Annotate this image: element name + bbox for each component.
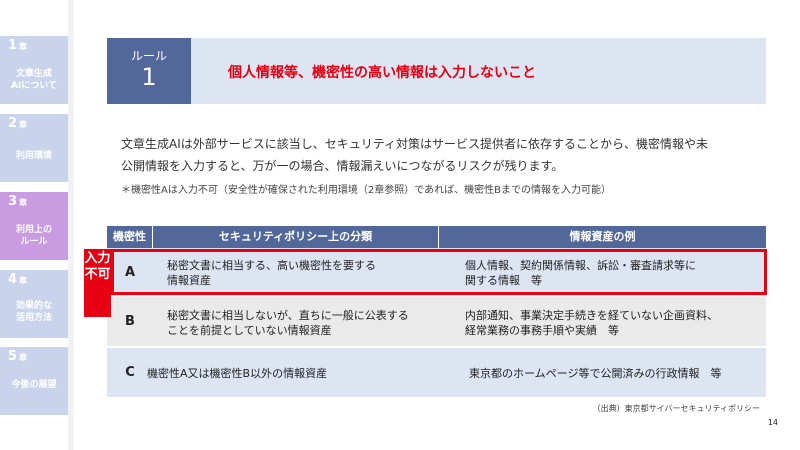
- sidebar-item-chapter-3[interactable]: 3章 利用上の ルール: [0, 192, 68, 260]
- chapter-label: 今後の展望: [11, 380, 57, 390]
- chapter-number: 2章: [8, 116, 28, 131]
- input-prohibited-label: 入力 不可: [84, 249, 111, 317]
- explanation-paragraph: 文章生成AIは外部サービスに該当し、セキュリティ対策はサービス提供者に依存するこ…: [121, 137, 709, 173]
- example-cell: 個人情報、契約関係情報、訴訟・審査請求等に 関する情報 等: [465, 259, 696, 287]
- example-cell: 内部通知、事業決定手続きを経ていない企画資料、 経常業務の事務手順や実績 等: [465, 309, 718, 337]
- chapter-number: 1章: [8, 38, 28, 53]
- sidebar-strip: [68, 0, 74, 450]
- chapter-sidebar: 1章 文章生成 AIについて 2章 利用環境 3章 利用上の ルール 4章 効果…: [0, 0, 74, 450]
- column-header-classification: セキュリティポリシー上の分類: [153, 226, 439, 248]
- sidebar-item-chapter-2[interactable]: 2章 利用環境: [0, 114, 68, 182]
- table-row: C 機密性A又は機密性B以外の情報資産 東京都のホームページ等で公開済みの行政情…: [107, 347, 766, 397]
- rule-header: ルール 1 個人情報等、機密性の高い情報は入力しないこと: [107, 38, 766, 104]
- classification-cell: 秘密文書に相当する、高い機密性を要する 情報資産: [167, 259, 376, 287]
- chapter-label: 効果的な 活用方法: [15, 301, 52, 323]
- sidebar-item-chapter-5[interactable]: 5章 今後の展望: [0, 347, 68, 415]
- column-header-example: 情報資産の例: [569, 230, 636, 243]
- chapter-label: 利用環境: [15, 151, 52, 161]
- chapter-number: 5章: [8, 349, 28, 364]
- classification-cell: 機密性A又は機密性B以外の情報資産: [147, 367, 328, 380]
- chapter-label: 利用上の ルール: [15, 225, 52, 247]
- table-row: A 秘密文書に相当する、高い機密性を要する 情報資産 個人情報、契約関係情報、訴…: [107, 248, 766, 296]
- chapter-number: 3章: [8, 194, 28, 209]
- column-header-level: 機密性: [107, 226, 153, 248]
- level-cell: B: [125, 314, 135, 329]
- rule-title: 個人情報等、機密性の高い情報は入力しないこと: [228, 65, 536, 81]
- chapter-label: 文章生成 AIについて: [10, 69, 58, 91]
- chapter-number: 4章: [8, 272, 28, 287]
- rule-number: 1: [141, 63, 157, 91]
- sidebar-item-chapter-1[interactable]: 1章 文章生成 AIについて: [0, 36, 68, 104]
- rule-label: ルール: [130, 49, 167, 63]
- classification-cell: 秘密文書に相当しないが、直ちに一般に公表する ことを前提としていない情報資産: [167, 309, 409, 337]
- sidebar-item-chapter-4[interactable]: 4章 効果的な 活用方法: [0, 270, 68, 338]
- table-header: 機密性 セキュリティポリシー上の分類 情報資産の例: [107, 226, 766, 248]
- level-cell: A: [124, 264, 136, 280]
- page-number: 14: [767, 418, 778, 427]
- rule-badge: ルール 1: [107, 38, 191, 104]
- footnote: ＊機密性Aは入力不可（安全性が確保された利用環境（2章参照）であれば、機密性Bま…: [121, 185, 611, 196]
- source-citation: （出典）東京都サイバーセキュリティポリシー: [592, 404, 760, 413]
- table-row: B 秘密文書に相当しないが、直ちに一般に公表する ことを前提としていない情報資産…: [107, 296, 766, 346]
- example-cell: 東京都のホームページ等で公開済みの行政情報 等: [469, 367, 722, 380]
